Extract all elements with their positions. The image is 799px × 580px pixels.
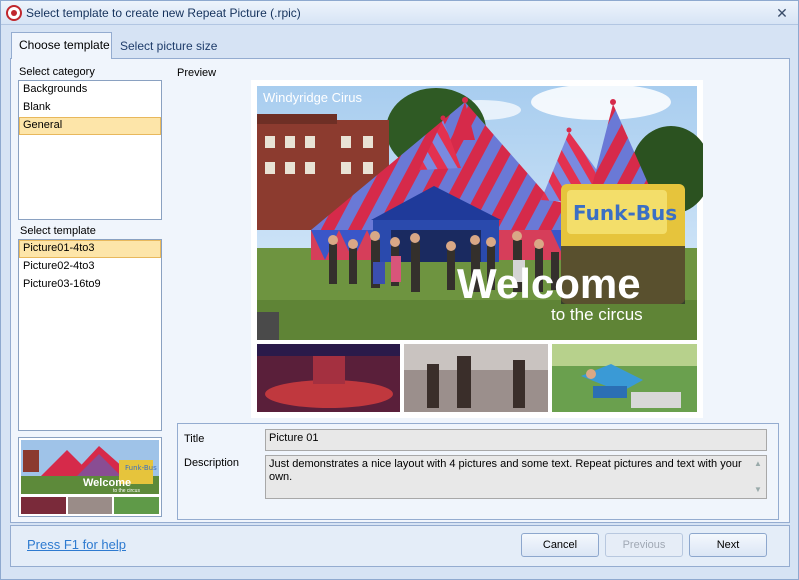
title-bar: Select template to create new Repeat Pic… bbox=[1, 1, 798, 25]
title-field[interactable]: Picture 01 bbox=[265, 429, 767, 451]
preview-label: Preview bbox=[177, 67, 217, 79]
close-icon: ✕ bbox=[776, 5, 788, 21]
preview-image: Funk-Bus Windyridge Cirus Welcome to the… bbox=[251, 80, 703, 418]
description-text: Just demonstrates a nice layout with 4 p… bbox=[269, 458, 742, 483]
svg-text:Funk-Bus: Funk-Bus bbox=[125, 464, 157, 472]
dialog-window: Select template to create new Repeat Pic… bbox=[0, 0, 799, 580]
category-list[interactable]: Backgrounds Blank General bbox=[18, 80, 162, 220]
template-thumbnail: Funk-Bus Welcome to the circus bbox=[18, 437, 162, 517]
preview-headline: Welcome bbox=[457, 260, 641, 307]
preview-caption: Windyridge Cirus bbox=[263, 90, 362, 105]
scroll-up-arrow-icon[interactable]: ▲ bbox=[752, 458, 764, 470]
category-item-backgrounds[interactable]: Backgrounds bbox=[19, 81, 161, 99]
dialog-footer: Press F1 for help Cancel Previous Next bbox=[10, 525, 790, 567]
help-link[interactable]: Press F1 for help bbox=[27, 537, 126, 552]
next-button[interactable]: Next bbox=[689, 533, 767, 557]
choose-template-panel: Select category Backgrounds Blank Genera… bbox=[10, 58, 790, 523]
thumbnail-subline: to the circus bbox=[113, 488, 140, 494]
previous-button[interactable]: Previous bbox=[605, 533, 683, 557]
title-label: Title bbox=[184, 433, 205, 445]
preview-sign-text: Funk-Bus bbox=[573, 201, 677, 225]
window-title: Select template to create new Repeat Pic… bbox=[26, 6, 301, 20]
category-label: Select category bbox=[19, 66, 95, 78]
template-details: Title Picture 01 Description Just demons… bbox=[177, 423, 779, 520]
tab-choose-template[interactable]: Choose template bbox=[11, 32, 112, 59]
category-item-general[interactable]: General bbox=[19, 117, 161, 135]
description-label: Description bbox=[184, 457, 240, 469]
template-item-picture01[interactable]: Picture01-4to3 bbox=[19, 240, 161, 258]
description-field[interactable]: Just demonstrates a nice layout with 4 p… bbox=[265, 455, 767, 499]
template-item-picture03[interactable]: Picture03-16to9 bbox=[19, 276, 161, 294]
cancel-button[interactable]: Cancel bbox=[521, 533, 599, 557]
scroll-down-arrow-icon[interactable]: ▼ bbox=[752, 484, 764, 496]
close-button[interactable]: ✕ bbox=[773, 4, 791, 22]
tab-select-picture-size[interactable]: Select picture size bbox=[113, 34, 224, 61]
template-label: Select template bbox=[20, 225, 96, 237]
template-list[interactable]: Picture01-4to3 Picture02-4to3 Picture03-… bbox=[18, 239, 162, 431]
app-logo-icon bbox=[6, 5, 22, 21]
template-item-picture02[interactable]: Picture02-4to3 bbox=[19, 258, 161, 276]
category-item-blank[interactable]: Blank bbox=[19, 99, 161, 117]
preview-subline: to the circus bbox=[551, 305, 643, 324]
